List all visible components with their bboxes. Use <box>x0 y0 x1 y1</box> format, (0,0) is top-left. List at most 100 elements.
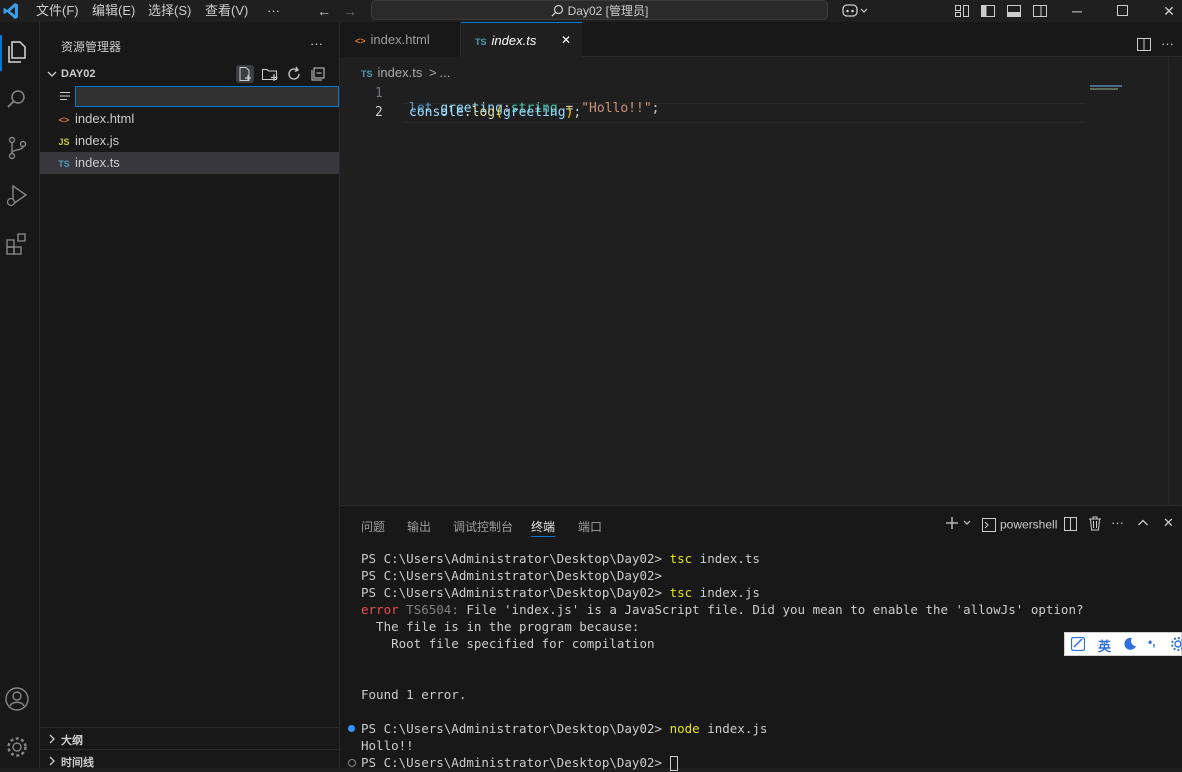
folder-header[interactable]: DAY02 <box>40 64 339 86</box>
file-item-index-html[interactable]: <> index.html <box>40 108 339 130</box>
file-name: index.ts <box>75 155 120 170</box>
js-file-icon: JS <box>58 137 70 147</box>
command: node <box>669 721 700 736</box>
minimap[interactable] <box>1090 84 1155 504</box>
error-message: File 'index.js' is a JavaScript file. Di… <box>466 602 1084 617</box>
copilot-icon[interactable] <box>841 2 871 20</box>
bracket: ( <box>495 105 503 120</box>
run-debug-icon[interactable] <box>4 183 30 209</box>
refresh-icon[interactable] <box>285 65 303 83</box>
search-icon <box>551 4 564 17</box>
ime-language[interactable]: 英 <box>1098 636 1111 655</box>
toggle-sidebar-icon[interactable] <box>980 3 996 19</box>
code-editor[interactable]: TS index.ts >... 1 2 let greeting:string … <box>340 57 1182 505</box>
ts-file-icon: TS <box>475 37 487 47</box>
terminal-line: error TS6504: File 'index.js' is a JavaS… <box>361 601 1084 618</box>
editor-more-button[interactable]: ··· <box>1161 36 1174 51</box>
toggle-panel-icon[interactable] <box>1006 3 1022 19</box>
ime-punctuation[interactable]: •, <box>1148 635 1156 649</box>
terminal-line: Found 1 error. <box>361 687 467 702</box>
close-panel-icon[interactable]: ✕ <box>1163 515 1174 531</box>
menu-edit[interactable]: 编辑(E) <box>92 2 135 20</box>
ime-toolbar[interactable]: 英 •, <box>1064 632 1182 656</box>
tab-index-ts[interactable]: TS index.ts ✕ <box>461 22 582 57</box>
extensions-icon[interactable] <box>4 231 30 257</box>
new-file-icon[interactable] <box>236 65 254 83</box>
file-lines-icon <box>60 91 70 101</box>
argument: index.js <box>707 721 768 736</box>
breadcrumb-file[interactable]: index.ts <box>378 65 423 80</box>
search-icon[interactable] <box>4 87 30 113</box>
breadcrumb: TS index.ts >... <box>361 65 450 80</box>
settings-gear-icon[interactable] <box>4 734 30 760</box>
trash-icon[interactable] <box>1088 516 1102 531</box>
error-code: TS6504: <box>406 602 459 617</box>
editor-tab-bar: <> index.html TS index.ts ✕ ··· <box>340 22 1182 57</box>
terminal-icon <box>982 517 996 532</box>
tab-problems[interactable]: 问题 <box>361 518 385 535</box>
editor-scrollbar[interactable] <box>1168 57 1182 505</box>
tab-index-html[interactable]: <> index.html <box>340 22 461 57</box>
html-file-icon: <> <box>58 115 70 125</box>
back-arrow-icon[interactable]: ← <box>313 1 335 21</box>
terminal-line: PS C:\Users\Administrator\Desktop\Day02>… <box>361 550 760 567</box>
explorer-more-button[interactable]: ··· <box>310 36 323 51</box>
prompt: PS C:\Users\Administrator\Desktop\Day02> <box>361 551 663 566</box>
ime-settings-icon[interactable] <box>1170 636 1182 652</box>
variable: greeting <box>502 105 566 120</box>
split-terminal-icon[interactable] <box>1064 517 1078 531</box>
close-tab-icon[interactable]: ✕ <box>561 23 571 58</box>
new-terminal-icon[interactable] <box>944 515 974 531</box>
file-item-index-js[interactable]: JS index.js <box>40 130 339 152</box>
customize-layout-icon[interactable] <box>954 3 970 19</box>
argument: index.ts <box>699 551 760 566</box>
breadcrumb-more[interactable]: ... <box>440 65 451 80</box>
explorer-icon[interactable] <box>4 39 30 65</box>
timeline-section[interactable]: 时间线 <box>40 749 339 772</box>
punct: ; <box>651 101 660 116</box>
maximize-icon[interactable] <box>1117 5 1128 16</box>
moon-icon[interactable] <box>1123 637 1137 651</box>
split-editor-icon[interactable] <box>1137 38 1151 52</box>
tab-debug-console[interactable]: 调试控制台 <box>453 518 513 535</box>
file-name: index.html <box>75 111 135 126</box>
panel-more-button[interactable]: ··· <box>1111 515 1124 530</box>
breadcrumb-separator: > <box>428 65 437 80</box>
active-indicator <box>0 35 2 71</box>
menu-more[interactable]: ··· <box>267 2 280 20</box>
terminal-profile[interactable]: powershell <box>982 516 1057 532</box>
terminal-line[interactable]: PS C:\Users\Administrator\Desktop\Day02> <box>361 754 678 771</box>
tab-ports[interactable]: 端口 <box>578 518 602 535</box>
forward-arrow-icon[interactable]: → <box>339 1 361 21</box>
terminal-line: PS C:\Users\Administrator\Desktop\Day02>… <box>361 584 760 601</box>
menu-file[interactable]: 文件(F) <box>36 2 79 20</box>
command-success-dot <box>348 725 355 732</box>
toggle-secondary-sidebar-icon[interactable] <box>1032 3 1048 19</box>
tab-terminal[interactable]: 终端 <box>531 518 555 535</box>
new-folder-icon[interactable] <box>261 65 279 83</box>
menu-view[interactable]: 查看(V) <box>205 2 248 20</box>
minimize-icon[interactable]: ─ <box>1066 1 1088 21</box>
file-item-index-ts[interactable]: TS index.ts <box>40 152 339 174</box>
function: log <box>471 105 496 120</box>
maximize-panel-icon[interactable] <box>1137 517 1149 529</box>
ime-logo-icon[interactable] <box>1071 637 1085 651</box>
outline-label: 大纲 <box>61 735 83 747</box>
account-icon[interactable] <box>4 686 30 712</box>
tab-label: index.ts <box>491 33 537 48</box>
search-text: Day02 [管理员] <box>567 3 649 18</box>
outline-section[interactable]: 大纲 <box>40 727 339 750</box>
ts-file-icon: TS <box>361 69 373 79</box>
string: "Hollo!!" <box>581 101 652 116</box>
source-control-icon[interactable] <box>4 135 30 161</box>
close-window-icon[interactable]: ✕ <box>1158 1 1180 21</box>
error-word: error <box>361 602 399 617</box>
tab-output[interactable]: 输出 <box>407 518 431 535</box>
command-center-search[interactable]: Day02 [管理员] <box>371 0 828 20</box>
collapse-all-icon[interactable] <box>309 65 327 83</box>
prompt: PS C:\Users\Administrator\Desktop\Day02> <box>361 721 663 736</box>
menu-selection[interactable]: 选择(S) <box>148 2 191 20</box>
code-line-2: console.log(greeting); <box>409 105 581 120</box>
chevron-right-icon <box>46 733 58 745</box>
new-file-name-input[interactable] <box>75 86 339 107</box>
